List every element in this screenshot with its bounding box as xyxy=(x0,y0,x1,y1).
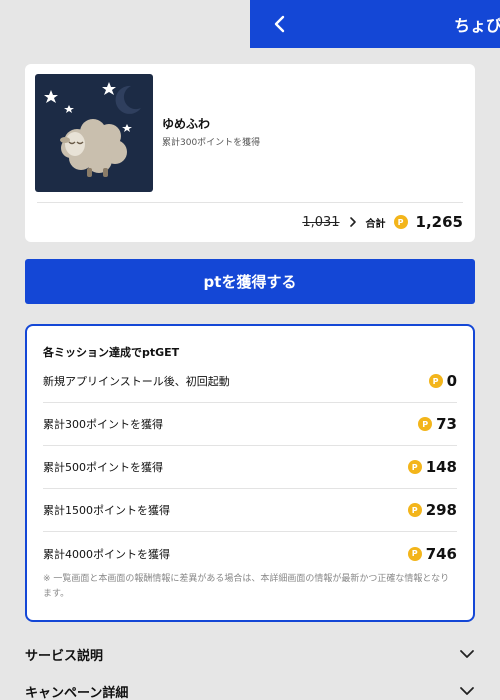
missions-note: ※ 一覧画面と本画面の報酬情報に差異がある場合は、本詳細画面の情報が最新かつ正確… xyxy=(43,574,450,599)
mission-points: 298 xyxy=(425,501,457,519)
mission-label: 累計500ポイントを獲得 xyxy=(43,461,163,474)
point-coin-icon: P xyxy=(407,460,422,474)
point-coin-icon: P xyxy=(393,215,408,229)
mission-label: 新規アプリインストール後、初回起動 xyxy=(43,375,230,388)
missions-panel: 各ミッション達成でptGET 新規アプリインストール後、初回起動 P0 累計30… xyxy=(25,324,475,622)
back-chevron-icon[interactable] xyxy=(270,14,290,34)
point-coin-icon: P xyxy=(407,546,422,561)
price-row: 1,031 合計 P 1,265 xyxy=(302,212,463,232)
app-card: ゆめふわ 累計300ポイントを獲得 1,031 合計 P 1,265 xyxy=(25,64,475,242)
point-coin-icon: P xyxy=(418,417,433,431)
accordion-service-description[interactable]: サービス説明 xyxy=(25,642,475,666)
total-label: 合計 xyxy=(365,218,386,230)
point-coin-icon: P xyxy=(428,374,443,388)
mission-label: 累計4000ポイントを獲得 xyxy=(43,547,170,561)
accordion-campaign-details[interactable]: キャンペーン詳細 xyxy=(25,679,475,700)
mission-points: 746 xyxy=(425,544,457,563)
mission-row: 累計300ポイントを獲得 P 73 xyxy=(43,403,457,446)
total-points: 1,265 xyxy=(415,213,463,231)
missions-title: 各ミッション達成でptGET xyxy=(43,346,180,359)
accordion-label: キャンペーン詳細 xyxy=(25,685,129,700)
get-points-button[interactable]: ptを獲得する xyxy=(25,259,475,304)
mission-points: 148 xyxy=(425,458,457,476)
accordion-label: サービス説明 xyxy=(25,648,104,664)
mission-row: 累計500ポイントを獲得 P 148 xyxy=(43,446,457,489)
mission-row: 新規アプリインストール後、初回起動 P0 xyxy=(43,360,457,403)
sleeping-sheep-image xyxy=(35,74,153,192)
top-bar: ちょびリッチ xyxy=(250,0,500,48)
chevron-right-icon xyxy=(349,217,356,227)
app-thumbnail xyxy=(35,74,153,192)
divider xyxy=(37,202,463,203)
mission-points: 73 xyxy=(436,415,457,433)
app-description: 累計300ポイントを獲得 xyxy=(162,138,261,148)
point-coin-icon: P xyxy=(407,503,422,517)
old-price: 1,031 xyxy=(302,214,340,230)
mission-points: 0 xyxy=(446,372,457,390)
chevron-down-icon xyxy=(460,687,474,695)
mission-row: 累計4000ポイントを獲得 P 746 xyxy=(43,532,457,575)
app-name: ゆめふわ xyxy=(162,117,211,131)
mission-label: 累計1500ポイントを獲得 xyxy=(43,504,170,517)
chevron-down-icon xyxy=(460,650,474,658)
mission-list: 新規アプリインストール後、初回起動 P0 累計300ポイントを獲得 P 73 累計… xyxy=(43,360,457,575)
header-title: ちょびリッチ xyxy=(454,16,500,35)
mission-label: 累計300ポイントを獲得 xyxy=(43,418,163,431)
mission-row: 累計1500ポイントを獲得 P 298 xyxy=(43,489,457,532)
